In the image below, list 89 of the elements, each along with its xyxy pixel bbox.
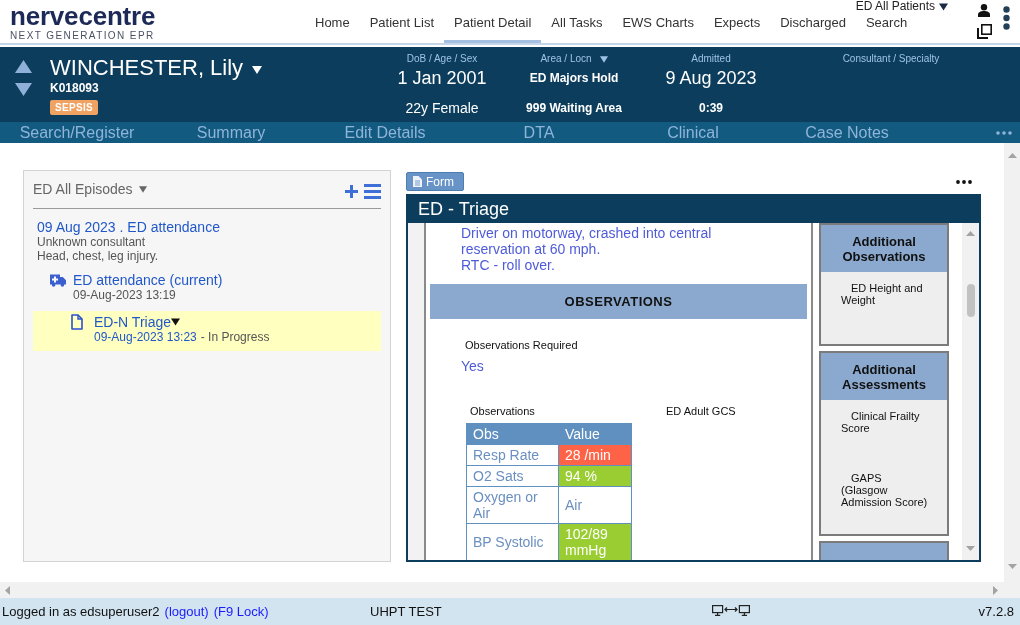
table-cell: O2 Sats: [466, 465, 559, 487]
column-label: Consultant / Specialty: [842, 53, 940, 65]
column-value: 9 Aug 2023: [665, 67, 757, 89]
vertical-scrollbar[interactable]: [1004, 143, 1020, 582]
nav-tab[interactable]: Home: [305, 13, 360, 43]
column-label[interactable]: Area / Locn: [540, 53, 608, 65]
alert-tag: SEPSIS: [50, 100, 98, 115]
monitors-icon[interactable]: [712, 605, 750, 616]
column-value: 0:39: [699, 100, 723, 116]
episodes-dropdown[interactable]: ED All Episodes: [33, 181, 147, 197]
nav-tab[interactable]: All Tasks: [541, 13, 613, 43]
caret-icon[interactable]: [599, 55, 608, 63]
table-cell: Air: [558, 486, 632, 524]
panel-title: Additional Assessments: [821, 353, 947, 400]
item-status: - In Progress: [200, 330, 270, 344]
kebab-menu-icon[interactable]: [1003, 6, 1010, 30]
nav-tab[interactable]: Search: [855, 13, 918, 43]
narrative-text: Driver on motorway, crashed into central reservation at 60 mph. RTC - roll over.: [461, 225, 713, 273]
item-detail: 09-Aug-2023 13:23: [94, 330, 197, 344]
vertical-scrollbar[interactable]: [962, 223, 979, 560]
form-title: ED - Triage: [408, 196, 979, 223]
table-cell: 102/89 mmHg: [558, 523, 632, 560]
caret-icon[interactable]: [171, 318, 181, 326]
more-icon[interactable]: [956, 179, 972, 184]
tree-item[interactable]: ED-N Triage 09-Aug-2023 13:23 - In Progress: [33, 311, 381, 351]
down-arrow-icon[interactable]: [966, 546, 975, 551]
field-label: Observations Required: [465, 339, 578, 352]
up-triangle-icon[interactable]: [15, 60, 32, 73]
left-arrow-icon[interactable]: [5, 585, 10, 595]
field-value: Yes: [461, 358, 484, 374]
logo-wordmark: nervecentre: [10, 3, 156, 30]
patient-number: K018093: [50, 81, 99, 95]
login-text: Logged in as edsuperuser2: [2, 604, 160, 619]
subnav-tab[interactable]: Case Notes: [770, 122, 924, 143]
logo-tagline: NEXT GENERATION EPR: [10, 30, 155, 42]
environment-name: UHPT TEST: [370, 604, 442, 619]
tree-item[interactable]: 09 Aug 2023 . ED attendance Unknown consultant Head, chest, leg injury.: [33, 219, 381, 263]
caret-icon[interactable]: [252, 66, 263, 74]
add-icon[interactable]: [345, 184, 358, 198]
patient-list-dropdown[interactable]: ED All Patients: [855, 0, 948, 13]
status-link[interactable]: (F9 Lock): [213, 604, 269, 619]
document-icon: [413, 176, 422, 187]
table-cell: Resp Rate: [466, 444, 559, 466]
document-icon: [71, 314, 83, 330]
patient-name: WINCHESTER, Lily: [50, 55, 244, 81]
status-link[interactable]: (logout): [164, 604, 209, 619]
column-header: Value: [558, 423, 632, 445]
table-cell: BP Systolic: [466, 523, 559, 560]
nav-tab[interactable]: Expects: [703, 13, 771, 43]
up-arrow-icon[interactable]: [966, 231, 975, 236]
caret-icon: [138, 185, 147, 193]
item-title: ED-N Triage: [94, 314, 172, 330]
menu-icon[interactable]: [364, 183, 381, 199]
ambulance-icon: [50, 274, 66, 287]
item-title: ED attendance (current): [73, 272, 223, 288]
section-header: OBSERVATIONS: [430, 284, 807, 319]
item-detail: Head, chest, leg injury.: [37, 249, 159, 263]
column-value: 1 Jan 2001: [397, 67, 487, 89]
version-text: v7.2.8: [978, 604, 1014, 619]
down-arrow-icon[interactable]: [1007, 564, 1017, 569]
column-value: ED Majors Hold: [529, 70, 619, 86]
subnav-tab[interactable]: Search/Register: [0, 122, 154, 143]
item-detail: Unknown consultant: [37, 235, 146, 249]
panel-title: Additional Observations: [821, 225, 947, 272]
column-header: Obs: [466, 423, 559, 445]
caret-icon: [939, 2, 948, 11]
right-arrow-icon[interactable]: [993, 585, 998, 595]
nav-tab[interactable]: EWS Charts: [612, 13, 704, 43]
table-caption: Observations: [470, 405, 535, 418]
panel-link[interactable]: GAPS (Glasgow Admission Score): [841, 472, 928, 534]
horizontal-scrollbar[interactable]: [0, 582, 1020, 598]
overlapping-squares-icon[interactable]: [977, 24, 992, 39]
panel-link[interactable]: Clinical Frailty Score: [841, 410, 928, 472]
column-label: DoB / Age / Sex: [406, 53, 478, 65]
column-value: 999 Waiting Area: [526, 100, 622, 116]
column-label: Admitted: [691, 53, 731, 65]
user-icon[interactable]: [978, 4, 990, 17]
item-title: 09 Aug 2023 . ED attendance: [37, 219, 220, 235]
scrollbar-thumb[interactable]: [966, 284, 975, 317]
tree-item[interactable]: ED attendance (current) 09-Aug-2023 13:19: [33, 272, 381, 302]
up-arrow-icon[interactable]: [1007, 153, 1017, 158]
item-detail: 09-Aug-2023 13:19: [73, 288, 176, 302]
nav-tab[interactable]: Patient List: [359, 13, 444, 43]
nav-tab[interactable]: Discharged: [770, 13, 856, 43]
table-caption: ED Adult GCS: [666, 405, 736, 418]
table-cell: Oxygen or Air: [466, 486, 559, 524]
nav-tab[interactable]: Patient Detail: [444, 13, 542, 43]
down-triangle-icon[interactable]: [15, 83, 32, 96]
column-value: 22y Female: [405, 99, 479, 117]
